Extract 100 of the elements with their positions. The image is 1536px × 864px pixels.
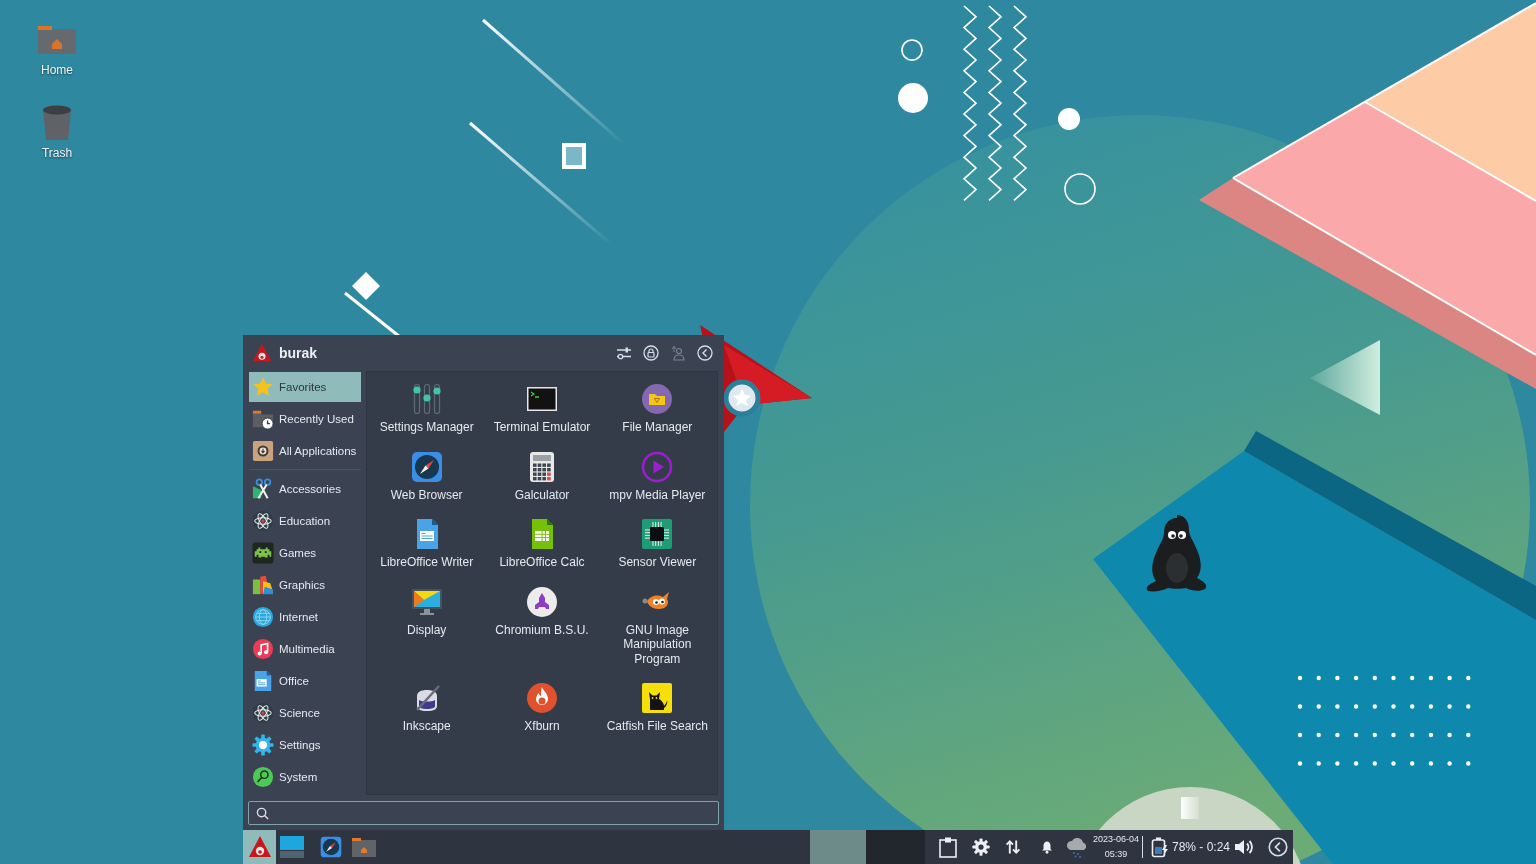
star-badge — [723, 379, 761, 417]
dot — [1447, 732, 1452, 738]
dot — [1372, 761, 1377, 766]
dot — [1466, 704, 1471, 709]
app-item[interactable]: LibreOffice Writer — [369, 513, 485, 581]
app-item[interactable]: Settings Manager — [369, 378, 485, 446]
filled-circle — [898, 83, 928, 113]
folder-icon[interactable] — [352, 837, 376, 857]
chevron-circle-icon[interactable] — [1268, 837, 1289, 857]
gear-icon — [252, 734, 274, 756]
date-text: 2023-06-04 — [1092, 833, 1139, 846]
dot — [1372, 675, 1377, 681]
app-item[interactable]: Chromium B.S.U. — [484, 580, 600, 677]
dot — [1335, 675, 1340, 681]
atom-icon — [252, 702, 274, 724]
square-outline — [562, 143, 586, 169]
dot — [1410, 732, 1415, 738]
circle-outline — [1064, 173, 1096, 205]
sidebar-item[interactable]: Accessories — [249, 474, 361, 504]
app-item[interactable]: Galculator — [484, 445, 600, 513]
sidebar-item[interactable]: Internet — [249, 602, 361, 632]
dot — [1297, 732, 1303, 738]
app-item[interactable]: Web Browser — [369, 445, 485, 513]
filled-circle — [1058, 108, 1080, 130]
dot — [1316, 761, 1321, 766]
app-item[interactable]: GNU Image Manipulation Program — [599, 580, 715, 677]
music-note-icon — [252, 638, 274, 660]
dot — [1428, 704, 1434, 709]
sidebar-item[interactable]: Settings — [249, 730, 361, 760]
battery-icon[interactable] — [1151, 836, 1169, 858]
app-item[interactable]: LibreOffice Calc — [484, 513, 600, 581]
app-item[interactable]: Xfburn — [484, 677, 600, 745]
star-icon — [252, 376, 274, 398]
scissors-icon — [252, 478, 274, 500]
sidebar-item[interactable]: Education — [249, 506, 361, 536]
spaceship-icon — [526, 585, 558, 618]
sidebar-item[interactable]: Favorites — [249, 372, 361, 402]
app-item[interactable]: Sensor Viewer — [599, 513, 715, 581]
globe-icon — [252, 606, 274, 628]
dot — [1428, 675, 1434, 681]
dot — [1353, 761, 1359, 766]
dot — [1335, 704, 1340, 709]
dot — [1410, 761, 1415, 766]
document-icon — [252, 670, 274, 692]
dot — [1391, 732, 1396, 738]
app-item[interactable]: Terminal Emulator — [484, 378, 600, 446]
search-field[interactable] — [248, 801, 719, 825]
dot — [1372, 732, 1377, 738]
arrows-icon[interactable] — [1005, 839, 1021, 855]
sidebar-item[interactable]: Multimedia — [249, 634, 361, 664]
chip-icon — [641, 518, 674, 550]
dot — [1353, 732, 1359, 738]
dot — [1391, 704, 1396, 709]
lock-icon[interactable] — [643, 345, 659, 361]
dot — [1316, 704, 1321, 709]
dot — [1335, 761, 1340, 766]
dot — [1447, 761, 1452, 766]
sidebar-item[interactable]: Science — [249, 698, 361, 728]
desktop-shortcut[interactable]: Trash — [41, 105, 73, 161]
dot — [1353, 675, 1359, 681]
dot — [1316, 732, 1321, 738]
gear-icon[interactable] — [972, 838, 990, 856]
small-rectangle — [1181, 797, 1199, 819]
clipboard-icon[interactable] — [938, 836, 958, 858]
sidebar-item[interactable]: System — [249, 762, 361, 792]
magnifier-icon — [252, 766, 274, 788]
desktop-icon[interactable] — [280, 836, 304, 858]
battery-status-text: 78% - 0:24 — [1172, 839, 1231, 855]
folder-icon — [38, 25, 76, 54]
sidebar-item[interactable]: Games — [249, 538, 361, 568]
sidebar-item[interactable]: Graphics — [249, 570, 361, 600]
compass-icon[interactable] — [320, 836, 342, 858]
sliders-icon — [410, 383, 443, 415]
start-button[interactable] — [243, 830, 276, 864]
dot — [1466, 732, 1471, 738]
sidebar-item[interactable]: Office — [249, 666, 361, 696]
app-item[interactable]: File Manager — [599, 378, 715, 446]
flame-icon — [526, 682, 558, 714]
dot — [1428, 761, 1434, 766]
app-item[interactable]: mpv Media Player — [599, 445, 715, 513]
sidebar-item[interactable]: Recently Used — [249, 404, 361, 434]
desktop-shortcut[interactable]: Home — [38, 25, 76, 78]
app-item[interactable]: Display — [369, 580, 485, 677]
bell-icon[interactable] — [1040, 840, 1054, 854]
settings-icon[interactable] — [616, 345, 632, 361]
dot — [1335, 732, 1340, 738]
dot — [1391, 675, 1396, 681]
dot — [1316, 675, 1321, 681]
user-icon[interactable] — [670, 345, 686, 361]
circle-outline — [901, 39, 923, 61]
play-icon — [641, 450, 674, 483]
app-item[interactable]: Catfish File Search — [599, 677, 715, 745]
chevron-circle-icon[interactable] — [697, 345, 713, 361]
dot — [1466, 761, 1471, 766]
atom-icon — [252, 510, 274, 532]
app-item[interactable]: Inkscape — [369, 677, 485, 745]
dot — [1297, 704, 1303, 709]
dot — [1297, 675, 1303, 681]
dot — [1372, 704, 1377, 709]
sidebar-item[interactable]: All Applications — [249, 436, 361, 466]
